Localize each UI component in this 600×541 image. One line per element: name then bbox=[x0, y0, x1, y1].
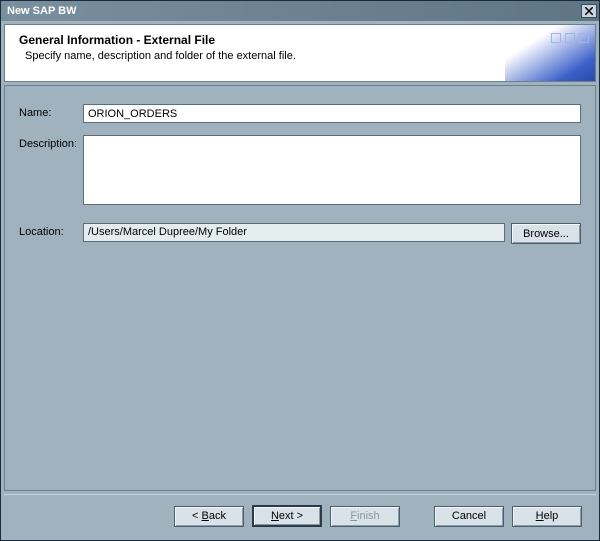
location-field: /Users/Marcel Dupree/My Folder bbox=[83, 223, 505, 242]
window-title: New SAP BW bbox=[7, 5, 581, 17]
browse-button[interactable]: Browse... bbox=[511, 223, 581, 244]
back-label: < Back bbox=[192, 510, 226, 522]
description-label: Description: bbox=[19, 135, 83, 150]
wizard-button-bar: < Back Next > Finish Cancel Help bbox=[4, 495, 596, 537]
cancel-button[interactable]: Cancel bbox=[434, 506, 504, 527]
help-label: Help bbox=[536, 510, 559, 522]
help-button[interactable]: Help bbox=[512, 506, 582, 527]
banner-subtext: Specify name, description and folder of … bbox=[25, 50, 581, 62]
next-label: Next > bbox=[271, 510, 303, 522]
next-button[interactable]: Next > bbox=[252, 505, 322, 527]
description-textarea[interactable] bbox=[83, 135, 581, 205]
wizard-banner: General Information - External File Spec… bbox=[4, 24, 596, 82]
close-icon bbox=[585, 7, 593, 15]
location-label: Location: bbox=[19, 223, 83, 238]
close-button[interactable] bbox=[581, 4, 597, 18]
name-input[interactable] bbox=[83, 104, 581, 123]
wizard-content: Name: Description: Location: /Users/Marc… bbox=[4, 85, 596, 491]
dialog-window: New SAP BW General Information - Externa… bbox=[0, 0, 600, 541]
back-button[interactable]: < Back bbox=[174, 506, 244, 527]
name-label: Name: bbox=[19, 104, 83, 119]
finish-label: Finish bbox=[350, 510, 379, 522]
banner-heading: General Information - External File bbox=[19, 33, 581, 47]
banner-decor bbox=[551, 33, 589, 43]
titlebar[interactable]: New SAP BW bbox=[1, 1, 599, 21]
finish-button: Finish bbox=[330, 506, 400, 527]
